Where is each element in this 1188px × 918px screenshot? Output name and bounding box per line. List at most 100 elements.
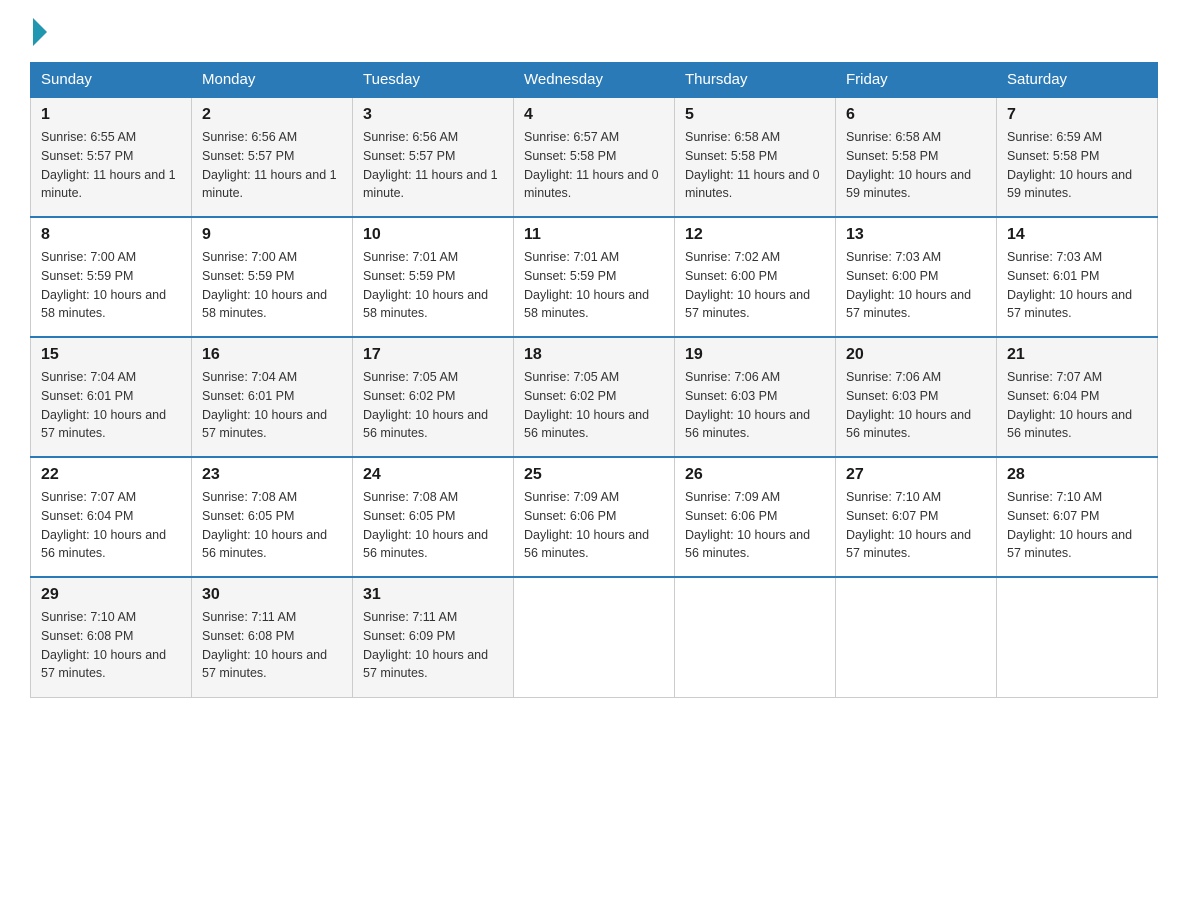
day-number: 28 [1007,466,1147,484]
calendar-day-cell: 20 Sunrise: 7:06 AMSunset: 6:03 PMDaylig… [836,337,997,457]
weekday-header-row: SundayMondayTuesdayWednesdayThursdayFrid… [31,63,1158,98]
calendar-day-cell [997,577,1158,697]
weekday-header-friday: Friday [836,63,997,98]
calendar-day-cell: 7 Sunrise: 6:59 AMSunset: 5:58 PMDayligh… [997,97,1158,217]
calendar-week-row: 8 Sunrise: 7:00 AMSunset: 5:59 PMDayligh… [31,217,1158,337]
day-number: 11 [524,226,664,244]
day-info: Sunrise: 7:09 AMSunset: 6:06 PMDaylight:… [685,488,825,563]
calendar-day-cell: 30 Sunrise: 7:11 AMSunset: 6:08 PMDaylig… [192,577,353,697]
calendar-week-row: 1 Sunrise: 6:55 AMSunset: 5:57 PMDayligh… [31,97,1158,217]
day-number: 12 [685,226,825,244]
calendar-day-cell: 26 Sunrise: 7:09 AMSunset: 6:06 PMDaylig… [675,457,836,577]
day-number: 2 [202,106,342,124]
calendar-day-cell: 19 Sunrise: 7:06 AMSunset: 6:03 PMDaylig… [675,337,836,457]
day-info: Sunrise: 7:07 AMSunset: 6:04 PMDaylight:… [1007,368,1147,443]
weekday-header-saturday: Saturday [997,63,1158,98]
day-info: Sunrise: 7:06 AMSunset: 6:03 PMDaylight:… [685,368,825,443]
calendar-day-cell: 8 Sunrise: 7:00 AMSunset: 5:59 PMDayligh… [31,217,192,337]
calendar-day-cell: 6 Sunrise: 6:58 AMSunset: 5:58 PMDayligh… [836,97,997,217]
day-number: 24 [363,466,503,484]
day-number: 19 [685,346,825,364]
day-info: Sunrise: 6:56 AMSunset: 5:57 PMDaylight:… [202,128,342,203]
calendar-day-cell [514,577,675,697]
day-number: 31 [363,586,503,604]
day-info: Sunrise: 7:04 AMSunset: 6:01 PMDaylight:… [202,368,342,443]
calendar-day-cell: 13 Sunrise: 7:03 AMSunset: 6:00 PMDaylig… [836,217,997,337]
calendar-day-cell: 3 Sunrise: 6:56 AMSunset: 5:57 PMDayligh… [353,97,514,217]
calendar-day-cell: 23 Sunrise: 7:08 AMSunset: 6:05 PMDaylig… [192,457,353,577]
calendar-day-cell: 21 Sunrise: 7:07 AMSunset: 6:04 PMDaylig… [997,337,1158,457]
day-number: 7 [1007,106,1147,124]
weekday-header-thursday: Thursday [675,63,836,98]
calendar-day-cell: 31 Sunrise: 7:11 AMSunset: 6:09 PMDaylig… [353,577,514,697]
day-number: 16 [202,346,342,364]
day-info: Sunrise: 7:01 AMSunset: 5:59 PMDaylight:… [524,248,664,323]
day-info: Sunrise: 6:56 AMSunset: 5:57 PMDaylight:… [363,128,503,203]
day-info: Sunrise: 7:10 AMSunset: 6:07 PMDaylight:… [1007,488,1147,563]
calendar-day-cell: 2 Sunrise: 6:56 AMSunset: 5:57 PMDayligh… [192,97,353,217]
page-header [30,20,1158,44]
day-info: Sunrise: 6:59 AMSunset: 5:58 PMDaylight:… [1007,128,1147,203]
day-number: 4 [524,106,664,124]
day-info: Sunrise: 7:08 AMSunset: 6:05 PMDaylight:… [363,488,503,563]
calendar-day-cell: 14 Sunrise: 7:03 AMSunset: 6:01 PMDaylig… [997,217,1158,337]
calendar-day-cell: 24 Sunrise: 7:08 AMSunset: 6:05 PMDaylig… [353,457,514,577]
day-info: Sunrise: 6:57 AMSunset: 5:58 PMDaylight:… [524,128,664,203]
calendar-day-cell: 4 Sunrise: 6:57 AMSunset: 5:58 PMDayligh… [514,97,675,217]
day-info: Sunrise: 7:10 AMSunset: 6:07 PMDaylight:… [846,488,986,563]
day-info: Sunrise: 6:55 AMSunset: 5:57 PMDaylight:… [41,128,181,203]
calendar-week-row: 29 Sunrise: 7:10 AMSunset: 6:08 PMDaylig… [31,577,1158,697]
calendar-day-cell: 29 Sunrise: 7:10 AMSunset: 6:08 PMDaylig… [31,577,192,697]
day-number: 17 [363,346,503,364]
day-number: 1 [41,106,181,124]
day-info: Sunrise: 7:01 AMSunset: 5:59 PMDaylight:… [363,248,503,323]
day-info: Sunrise: 7:00 AMSunset: 5:59 PMDaylight:… [202,248,342,323]
calendar-day-cell: 9 Sunrise: 7:00 AMSunset: 5:59 PMDayligh… [192,217,353,337]
calendar-day-cell: 16 Sunrise: 7:04 AMSunset: 6:01 PMDaylig… [192,337,353,457]
day-number: 8 [41,226,181,244]
logo-general [30,20,49,48]
day-info: Sunrise: 7:07 AMSunset: 6:04 PMDaylight:… [41,488,181,563]
day-number: 18 [524,346,664,364]
logo-arrow-icon [33,18,47,46]
day-info: Sunrise: 7:11 AMSunset: 6:09 PMDaylight:… [363,608,503,683]
calendar-day-cell: 27 Sunrise: 7:10 AMSunset: 6:07 PMDaylig… [836,457,997,577]
day-info: Sunrise: 7:02 AMSunset: 6:00 PMDaylight:… [685,248,825,323]
day-info: Sunrise: 7:03 AMSunset: 6:00 PMDaylight:… [846,248,986,323]
logo [30,20,49,44]
day-info: Sunrise: 7:04 AMSunset: 6:01 PMDaylight:… [41,368,181,443]
day-info: Sunrise: 7:00 AMSunset: 5:59 PMDaylight:… [41,248,181,323]
calendar-day-cell: 18 Sunrise: 7:05 AMSunset: 6:02 PMDaylig… [514,337,675,457]
calendar-day-cell: 1 Sunrise: 6:55 AMSunset: 5:57 PMDayligh… [31,97,192,217]
day-info: Sunrise: 7:08 AMSunset: 6:05 PMDaylight:… [202,488,342,563]
calendar-day-cell: 10 Sunrise: 7:01 AMSunset: 5:59 PMDaylig… [353,217,514,337]
day-info: Sunrise: 7:05 AMSunset: 6:02 PMDaylight:… [524,368,664,443]
calendar-day-cell [675,577,836,697]
day-number: 15 [41,346,181,364]
day-number: 3 [363,106,503,124]
calendar-day-cell: 12 Sunrise: 7:02 AMSunset: 6:00 PMDaylig… [675,217,836,337]
day-number: 9 [202,226,342,244]
calendar-day-cell: 25 Sunrise: 7:09 AMSunset: 6:06 PMDaylig… [514,457,675,577]
day-number: 26 [685,466,825,484]
day-number: 10 [363,226,503,244]
weekday-header-monday: Monday [192,63,353,98]
calendar-week-row: 15 Sunrise: 7:04 AMSunset: 6:01 PMDaylig… [31,337,1158,457]
weekday-header-sunday: Sunday [31,63,192,98]
calendar-day-cell: 22 Sunrise: 7:07 AMSunset: 6:04 PMDaylig… [31,457,192,577]
day-number: 25 [524,466,664,484]
calendar-day-cell: 28 Sunrise: 7:10 AMSunset: 6:07 PMDaylig… [997,457,1158,577]
day-info: Sunrise: 7:06 AMSunset: 6:03 PMDaylight:… [846,368,986,443]
calendar-day-cell: 15 Sunrise: 7:04 AMSunset: 6:01 PMDaylig… [31,337,192,457]
weekday-header-tuesday: Tuesday [353,63,514,98]
weekday-header-wednesday: Wednesday [514,63,675,98]
calendar-day-cell: 11 Sunrise: 7:01 AMSunset: 5:59 PMDaylig… [514,217,675,337]
day-info: Sunrise: 7:09 AMSunset: 6:06 PMDaylight:… [524,488,664,563]
day-number: 14 [1007,226,1147,244]
day-info: Sunrise: 7:10 AMSunset: 6:08 PMDaylight:… [41,608,181,683]
day-number: 23 [202,466,342,484]
day-info: Sunrise: 7:11 AMSunset: 6:08 PMDaylight:… [202,608,342,683]
day-number: 13 [846,226,986,244]
day-info: Sunrise: 7:05 AMSunset: 6:02 PMDaylight:… [363,368,503,443]
day-info: Sunrise: 6:58 AMSunset: 5:58 PMDaylight:… [685,128,825,203]
